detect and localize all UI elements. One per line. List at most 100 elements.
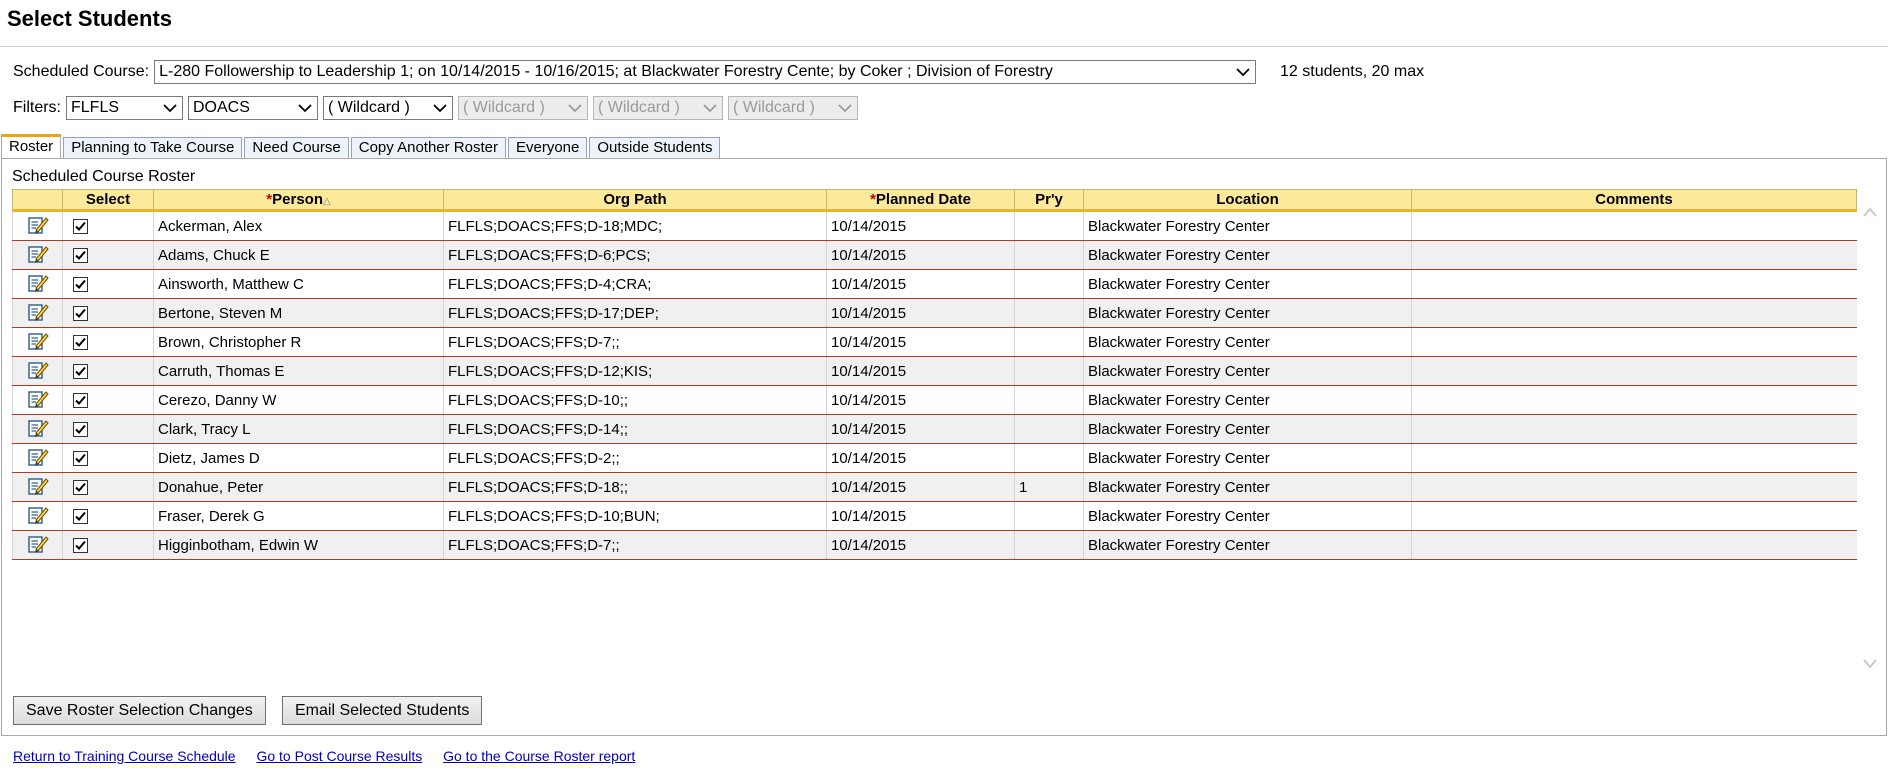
select-checkbox[interactable] <box>73 451 88 467</box>
filter-select-4: ( Wildcard ) <box>458 96 588 120</box>
filter-select-2[interactable]: DOACS <box>188 96 318 120</box>
footer-links: Return to Training Course Schedule Go to… <box>13 748 652 764</box>
comments-cell <box>1411 240 1857 270</box>
select-checkbox[interactable] <box>73 509 88 525</box>
select-cell <box>62 501 154 531</box>
org-path-cell: FLFLS;DOACS;FFS;D-7;; <box>443 530 827 560</box>
planned-date-cell: 10/14/2015 <box>826 501 1015 531</box>
select-checkbox[interactable] <box>73 393 88 409</box>
col-header-comments[interactable]: Comments <box>1411 189 1857 212</box>
save-roster-button[interactable]: Save Roster Selection Changes <box>13 696 266 725</box>
select-cell <box>62 414 154 444</box>
edit-cell[interactable] <box>12 501 63 531</box>
edit-cell[interactable] <box>12 530 63 560</box>
edit-cell[interactable] <box>12 443 63 473</box>
tab-bar: Roster Planning to Take Course Need Cour… <box>1 134 722 158</box>
planned-date-cell: 10/14/2015 <box>826 385 1015 415</box>
table-header-row: Select *Person△ Org Path *Planned Date P… <box>12 189 1857 212</box>
location-cell: Blackwater Forestry Center <box>1083 240 1412 270</box>
return-to-schedule-link[interactable]: Return to Training Course Schedule <box>13 748 236 764</box>
comments-cell <box>1411 414 1857 444</box>
select-checkbox[interactable] <box>73 422 88 438</box>
edit-cell[interactable] <box>12 269 63 299</box>
select-checkbox[interactable] <box>73 538 88 554</box>
select-checkbox[interactable] <box>73 219 88 235</box>
tab-everyone[interactable]: Everyone <box>508 137 588 158</box>
comments-cell <box>1411 501 1857 531</box>
edit-icon <box>27 246 49 263</box>
select-checkbox[interactable] <box>73 480 88 496</box>
email-students-button[interactable]: Email Selected Students <box>282 696 483 725</box>
select-cell <box>62 356 154 386</box>
org-path-cell: FLFLS;DOACS;FFS;D-18;MDC; <box>443 210 827 241</box>
col-header-person[interactable]: *Person△ <box>153 189 444 212</box>
course-roster-report-link[interactable]: Go to the Course Roster report <box>443 748 635 764</box>
post-course-results-link[interactable]: Go to Post Course Results <box>256 748 422 764</box>
col-header-org-path[interactable]: Org Path <box>443 189 827 212</box>
filters-label: Filters: <box>13 99 61 116</box>
select-checkbox[interactable] <box>73 306 88 322</box>
scroll-down-icon[interactable] <box>1862 658 1878 670</box>
select-checkbox[interactable] <box>73 277 88 293</box>
edit-icon <box>27 420 49 437</box>
tab-copy-another-roster[interactable]: Copy Another Roster <box>350 137 506 158</box>
sort-ascending-icon: △ <box>323 196 331 207</box>
filter-select-5: ( Wildcard ) <box>593 96 723 120</box>
col-header-planned-date[interactable]: *Planned Date <box>826 189 1015 212</box>
priority-cell <box>1014 385 1084 415</box>
table-row: Carruth, Thomas E FLFLS;DOACS;FFS;D-12;KI… <box>12 356 1857 386</box>
tab-roster[interactable]: Roster <box>1 134 62 158</box>
tab-outside-students[interactable]: Outside Students <box>589 137 721 158</box>
priority-cell <box>1014 501 1084 531</box>
comments-cell <box>1411 210 1857 241</box>
edit-cell[interactable] <box>12 356 63 386</box>
priority-cell <box>1014 210 1084 241</box>
select-cell <box>62 269 154 299</box>
comments-cell <box>1411 327 1857 357</box>
col-header-priority[interactable]: Pr'y <box>1014 189 1084 212</box>
org-path-cell: FLFLS;DOACS;FFS;D-10;BUN; <box>443 501 827 531</box>
course-row: Scheduled Course: L-280 Followership to … <box>13 60 1257 84</box>
edit-cell[interactable] <box>12 210 63 241</box>
select-cell <box>62 240 154 270</box>
scroll-up-icon[interactable] <box>1862 206 1878 218</box>
chevron-down-icon <box>298 104 312 113</box>
select-checkbox[interactable] <box>73 248 88 264</box>
planned-date-cell: 10/14/2015 <box>826 472 1015 502</box>
select-checkbox[interactable] <box>73 335 88 351</box>
select-checkbox[interactable] <box>73 364 88 380</box>
edit-cell[interactable] <box>12 240 63 270</box>
person-cell: Bertone, Steven M <box>153 298 444 328</box>
edit-cell[interactable] <box>12 327 63 357</box>
edit-cell[interactable] <box>12 472 63 502</box>
tab-planning-to-take-course[interactable]: Planning to Take Course <box>63 137 243 158</box>
edit-cell[interactable] <box>12 298 63 328</box>
org-path-cell: FLFLS;DOACS;FFS;D-12;KIS; <box>443 356 827 386</box>
vertical-scrollbar[interactable] <box>1858 206 1882 690</box>
chevron-down-icon <box>568 104 582 113</box>
select-cell <box>62 472 154 502</box>
filter-value: ( Wildcard ) <box>733 99 815 116</box>
table-row: Bertone, Steven M FLFLS;DOACS;FFS;D-17;DE… <box>12 298 1857 328</box>
edit-icon <box>27 478 49 495</box>
comments-cell <box>1411 385 1857 415</box>
edit-cell[interactable] <box>12 414 63 444</box>
priority-cell: 1 <box>1014 472 1084 502</box>
comments-cell <box>1411 298 1857 328</box>
chevron-down-icon <box>838 104 852 113</box>
filter-select-3[interactable]: ( Wildcard ) <box>323 96 453 120</box>
person-cell: Brown, Christopher R <box>153 327 444 357</box>
table-row: Fraser, Derek G FLFLS;DOACS;FFS;D-10;BUN;… <box>12 501 1857 531</box>
table-row: Ainsworth, Matthew C FLFLS;DOACS;FFS;D-4;… <box>12 269 1857 299</box>
planned-date-cell: 10/14/2015 <box>826 414 1015 444</box>
location-cell: Blackwater Forestry Center <box>1083 269 1412 299</box>
edit-icon <box>27 391 49 408</box>
chevron-down-icon <box>163 104 177 113</box>
filter-select-1[interactable]: FLFLS <box>66 96 183 120</box>
edit-cell[interactable] <box>12 385 63 415</box>
tab-need-course[interactable]: Need Course <box>244 137 349 158</box>
col-header-location[interactable]: Location <box>1083 189 1412 212</box>
course-select[interactable]: L-280 Followership to Leadership 1; on 1… <box>154 60 1257 84</box>
priority-cell <box>1014 530 1084 560</box>
planned-date-cell: 10/14/2015 <box>826 443 1015 473</box>
